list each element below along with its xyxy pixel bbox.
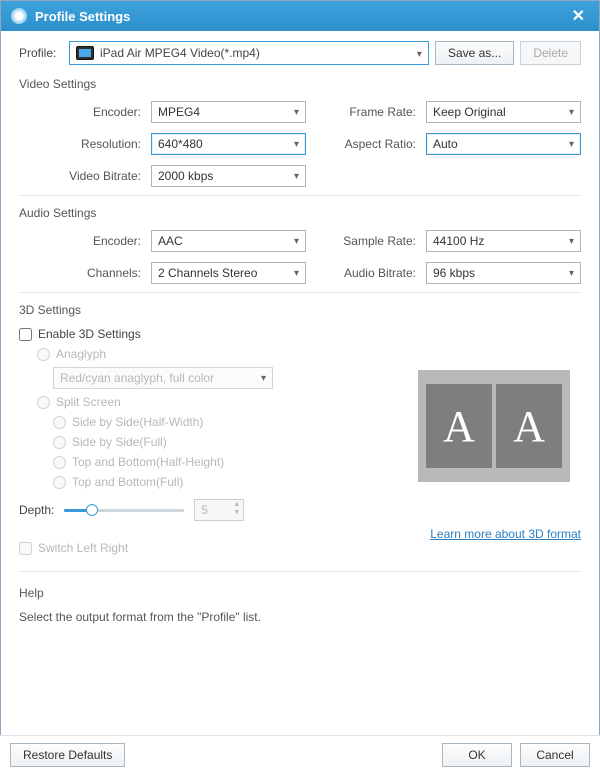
3d-settings-heading: 3D Settings xyxy=(19,303,581,317)
close-icon[interactable]: ✕ xyxy=(568,6,589,26)
frame-rate-label: Frame Rate: xyxy=(310,105,422,119)
chevron-down-icon xyxy=(417,46,422,60)
chevron-down-icon xyxy=(569,107,574,118)
switch-lr-checkbox xyxy=(19,542,32,555)
split-screen-label: Split Screen xyxy=(56,395,121,409)
video-settings-heading: Video Settings xyxy=(19,77,581,91)
aspect-ratio-label: Aspect Ratio: xyxy=(310,137,422,151)
video-bitrate-select[interactable]: 2000 kbps xyxy=(151,165,306,187)
restore-defaults-button[interactable]: Restore Defaults xyxy=(10,743,125,767)
resolution-select[interactable]: 640*480 xyxy=(151,133,306,155)
sbs-half-label: Side by Side(Half-Width) xyxy=(72,415,203,429)
anaglyph-type-select: Red/cyan anaglyph, full color xyxy=(53,367,273,389)
sbs-half-radio xyxy=(53,416,66,429)
save-as-button[interactable]: Save as... xyxy=(435,41,514,65)
help-text: Select the output format from the "Profi… xyxy=(19,610,581,624)
preview-right: A xyxy=(496,384,562,468)
profile-select[interactable]: iPad Air MPEG4 Video(*.mp4) xyxy=(69,41,429,65)
audio-encoder-select[interactable]: AAC xyxy=(151,230,306,252)
spinner-arrows-icon: ▲▼ xyxy=(233,501,240,517)
profile-value: iPad Air MPEG4 Video(*.mp4) xyxy=(100,46,260,60)
frame-rate-select[interactable]: Keep Original xyxy=(426,101,581,123)
cancel-button[interactable]: Cancel xyxy=(520,743,590,767)
audio-settings-heading: Audio Settings xyxy=(19,206,581,220)
tb-half-label: Top and Bottom(Half-Height) xyxy=(72,455,224,469)
depth-label: Depth: xyxy=(19,503,54,517)
window-title: Profile Settings xyxy=(35,9,130,24)
video-bitrate-label: Video Bitrate: xyxy=(19,169,147,183)
chevron-down-icon xyxy=(261,373,266,384)
chevron-down-icon xyxy=(294,236,299,247)
footer-bar: Restore Defaults OK Cancel xyxy=(0,735,600,773)
sample-rate-label: Sample Rate: xyxy=(310,234,422,248)
split-screen-radio xyxy=(37,396,50,409)
chevron-down-icon xyxy=(569,139,574,150)
channels-select[interactable]: 2 Channels Stereo xyxy=(151,262,306,284)
enable-3d-checkbox[interactable] xyxy=(19,328,32,341)
video-encoder-label: Encoder: xyxy=(19,105,147,119)
channels-label: Channels: xyxy=(19,266,147,280)
ok-button[interactable]: OK xyxy=(442,743,512,767)
depth-spinner: 5 ▲▼ xyxy=(194,499,244,521)
chevron-down-icon xyxy=(569,268,574,279)
chevron-down-icon xyxy=(294,107,299,118)
anaglyph-label: Anaglyph xyxy=(56,347,106,361)
device-icon xyxy=(76,46,94,60)
aspect-ratio-select[interactable]: Auto xyxy=(426,133,581,155)
audio-encoder-label: Encoder: xyxy=(19,234,147,248)
enable-3d-label: Enable 3D Settings xyxy=(38,327,141,341)
tb-half-radio xyxy=(53,456,66,469)
preview-left: A xyxy=(426,384,492,468)
learn-3d-link[interactable]: Learn more about 3D format xyxy=(430,527,581,541)
chevron-down-icon xyxy=(294,139,299,150)
sample-rate-select[interactable]: 44100 Hz xyxy=(426,230,581,252)
tb-full-label: Top and Bottom(Full) xyxy=(72,475,183,489)
help-heading: Help xyxy=(19,586,581,600)
depth-slider xyxy=(64,502,184,518)
anaglyph-radio xyxy=(37,348,50,361)
audio-bitrate-label: Audio Bitrate: xyxy=(310,266,422,280)
app-icon xyxy=(11,8,27,24)
sbs-full-radio xyxy=(53,436,66,449)
profile-label: Profile: xyxy=(19,46,63,60)
video-encoder-select[interactable]: MPEG4 xyxy=(151,101,306,123)
chevron-down-icon xyxy=(294,268,299,279)
titlebar: Profile Settings ✕ xyxy=(1,1,599,31)
delete-button: Delete xyxy=(520,41,581,65)
chevron-down-icon xyxy=(294,171,299,182)
audio-bitrate-select[interactable]: 96 kbps xyxy=(426,262,581,284)
3d-preview: A A xyxy=(418,370,570,482)
switch-lr-label: Switch Left Right xyxy=(38,541,128,555)
tb-full-radio xyxy=(53,476,66,489)
sbs-full-label: Side by Side(Full) xyxy=(72,435,167,449)
resolution-label: Resolution: xyxy=(19,137,147,151)
chevron-down-icon xyxy=(569,236,574,247)
